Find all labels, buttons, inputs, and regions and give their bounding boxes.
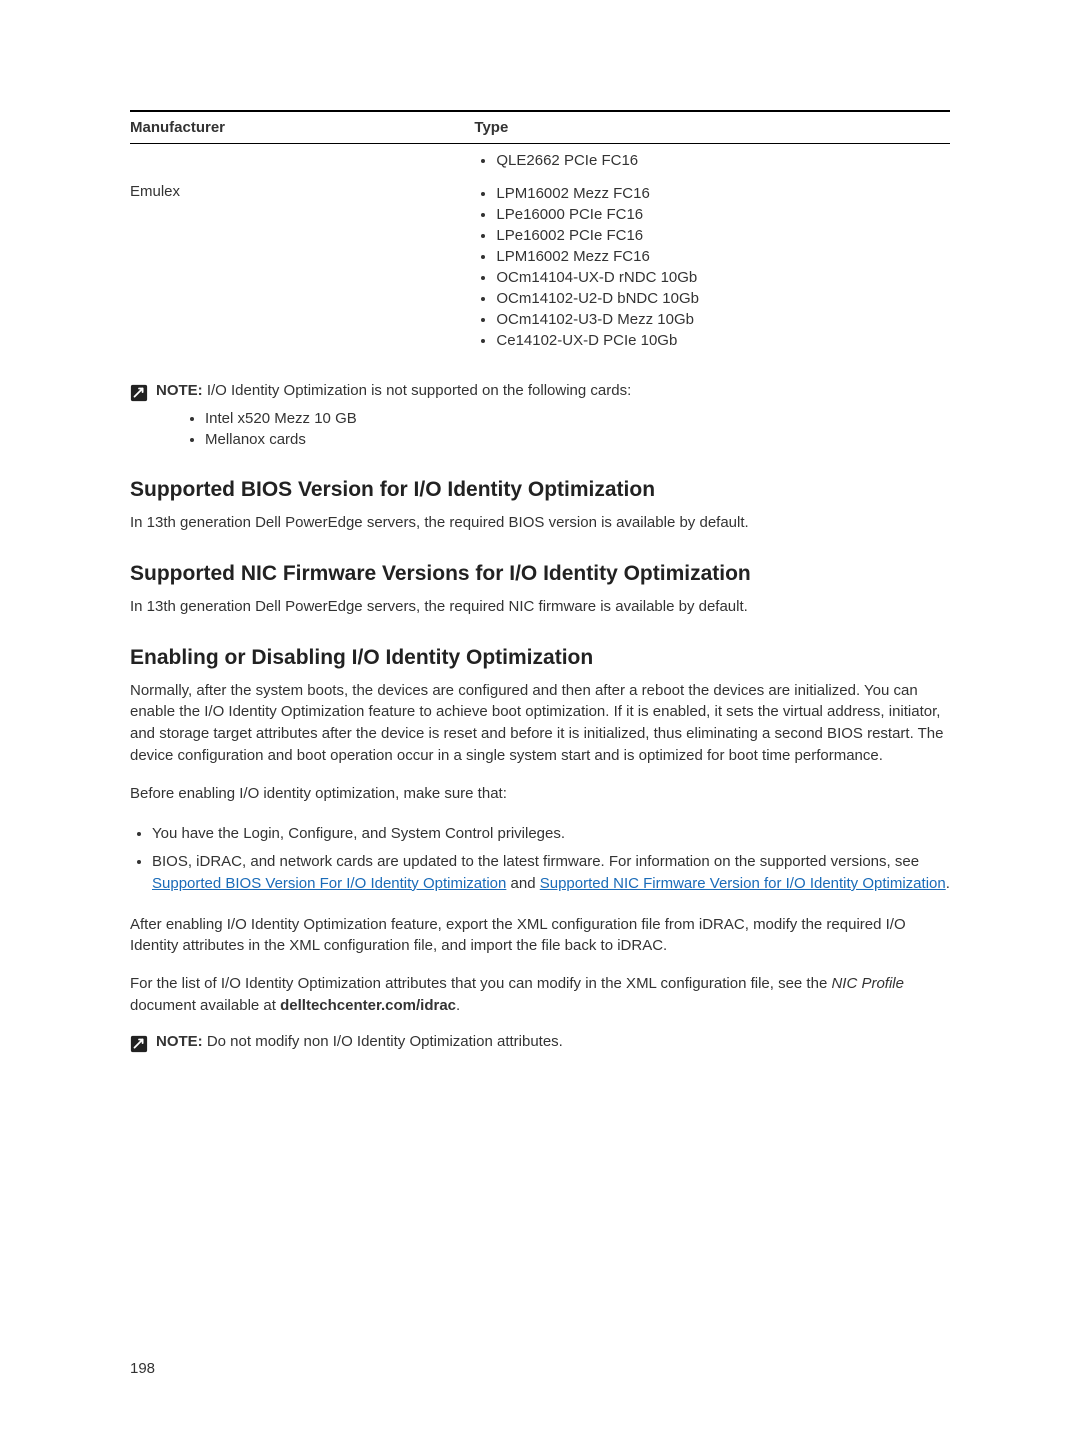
note-text: Do not modify non I/O Identity Optimizat… (207, 1033, 563, 1050)
heading-enabling-disabling: Enabling or Disabling I/O Identity Optim… (130, 646, 950, 670)
list-item: Mellanox cards (205, 429, 950, 450)
type-item: OCm14104-UX-D rNDC 10Gb (496, 267, 950, 288)
cell-type: QLE2662 PCIe FC16 (474, 144, 950, 178)
table-row: QLE2662 PCIe FC16 (130, 144, 950, 178)
note-block: NOTE: Do not modify non I/O Identity Opt… (130, 1033, 950, 1053)
paragraph: Before enabling I/O identity optimizatio… (130, 783, 950, 805)
type-item: LPe16002 PCIe FC16 (496, 225, 950, 246)
link-supported-nic[interactable]: Supported NIC Firmware Version for I/O I… (540, 875, 946, 892)
table-header-type: Type (474, 111, 950, 144)
table-row: Emulex LPM16002 Mezz FC16 LPe16000 PCIe … (130, 177, 950, 357)
manufacturer-type-table: Manufacturer Type QLE2662 PCIe FC16 Emul… (130, 110, 950, 357)
note-icon (130, 1035, 148, 1053)
note-text: I/O Identity Optimization is not support… (207, 382, 631, 399)
note-unsupported-list: Intel x520 Mezz 10 GB Mellanox cards (185, 408, 950, 450)
type-item: Ce14102-UX-D PCIe 10Gb (496, 330, 950, 351)
table-header-manufacturer: Manufacturer (130, 111, 474, 144)
list-item: Intel x520 Mezz 10 GB (205, 408, 950, 429)
note-label: NOTE: (156, 1033, 207, 1050)
type-item: LPe16000 PCIe FC16 (496, 204, 950, 225)
type-item: LPM16002 Mezz FC16 (496, 246, 950, 267)
prerequisites-list: You have the Login, Configure, and Syste… (130, 820, 950, 897)
text-fragment: For the list of I/O Identity Optimizatio… (130, 975, 831, 992)
text-fragment: . (456, 997, 460, 1014)
paragraph: For the list of I/O Identity Optimizatio… (130, 973, 950, 1017)
cell-manufacturer: Emulex (130, 177, 474, 357)
paragraph: In 13th generation Dell PowerEdge server… (130, 596, 950, 618)
text-fragment: document available at (130, 997, 280, 1014)
type-item: LPM16002 Mezz FC16 (496, 183, 950, 204)
heading-supported-nic: Supported NIC Firmware Versions for I/O … (130, 562, 950, 586)
paragraph: Normally, after the system boots, the de… (130, 680, 950, 767)
paragraph: In 13th generation Dell PowerEdge server… (130, 512, 950, 534)
note-block: NOTE: I/O Identity Optimization is not s… (130, 382, 950, 402)
list-item: BIOS, iDRAC, and network cards are updat… (152, 848, 950, 898)
note-label: NOTE: (156, 382, 207, 399)
text-bold: delltechcenter.com/idrac (280, 997, 456, 1014)
list-item: You have the Login, Configure, and Syste… (152, 820, 950, 848)
cell-type: LPM16002 Mezz FC16 LPe16000 PCIe FC16 LP… (474, 177, 950, 357)
text-italic: NIC Profile (831, 975, 904, 992)
text-fragment: and (506, 875, 539, 892)
type-item: OCm14102-U2-D bNDC 10Gb (496, 288, 950, 309)
text-fragment: . (946, 875, 950, 892)
note-icon (130, 384, 148, 402)
text-fragment: BIOS, iDRAC, and network cards are updat… (152, 853, 919, 870)
type-item: QLE2662 PCIe FC16 (496, 150, 950, 171)
page-number: 198 (130, 1360, 155, 1377)
paragraph: After enabling I/O Identity Optimization… (130, 914, 950, 958)
heading-supported-bios: Supported BIOS Version for I/O Identity … (130, 478, 950, 502)
cell-manufacturer (130, 144, 474, 178)
link-supported-bios[interactable]: Supported BIOS Version For I/O Identity … (152, 875, 506, 892)
type-item: OCm14102-U3-D Mezz 10Gb (496, 309, 950, 330)
